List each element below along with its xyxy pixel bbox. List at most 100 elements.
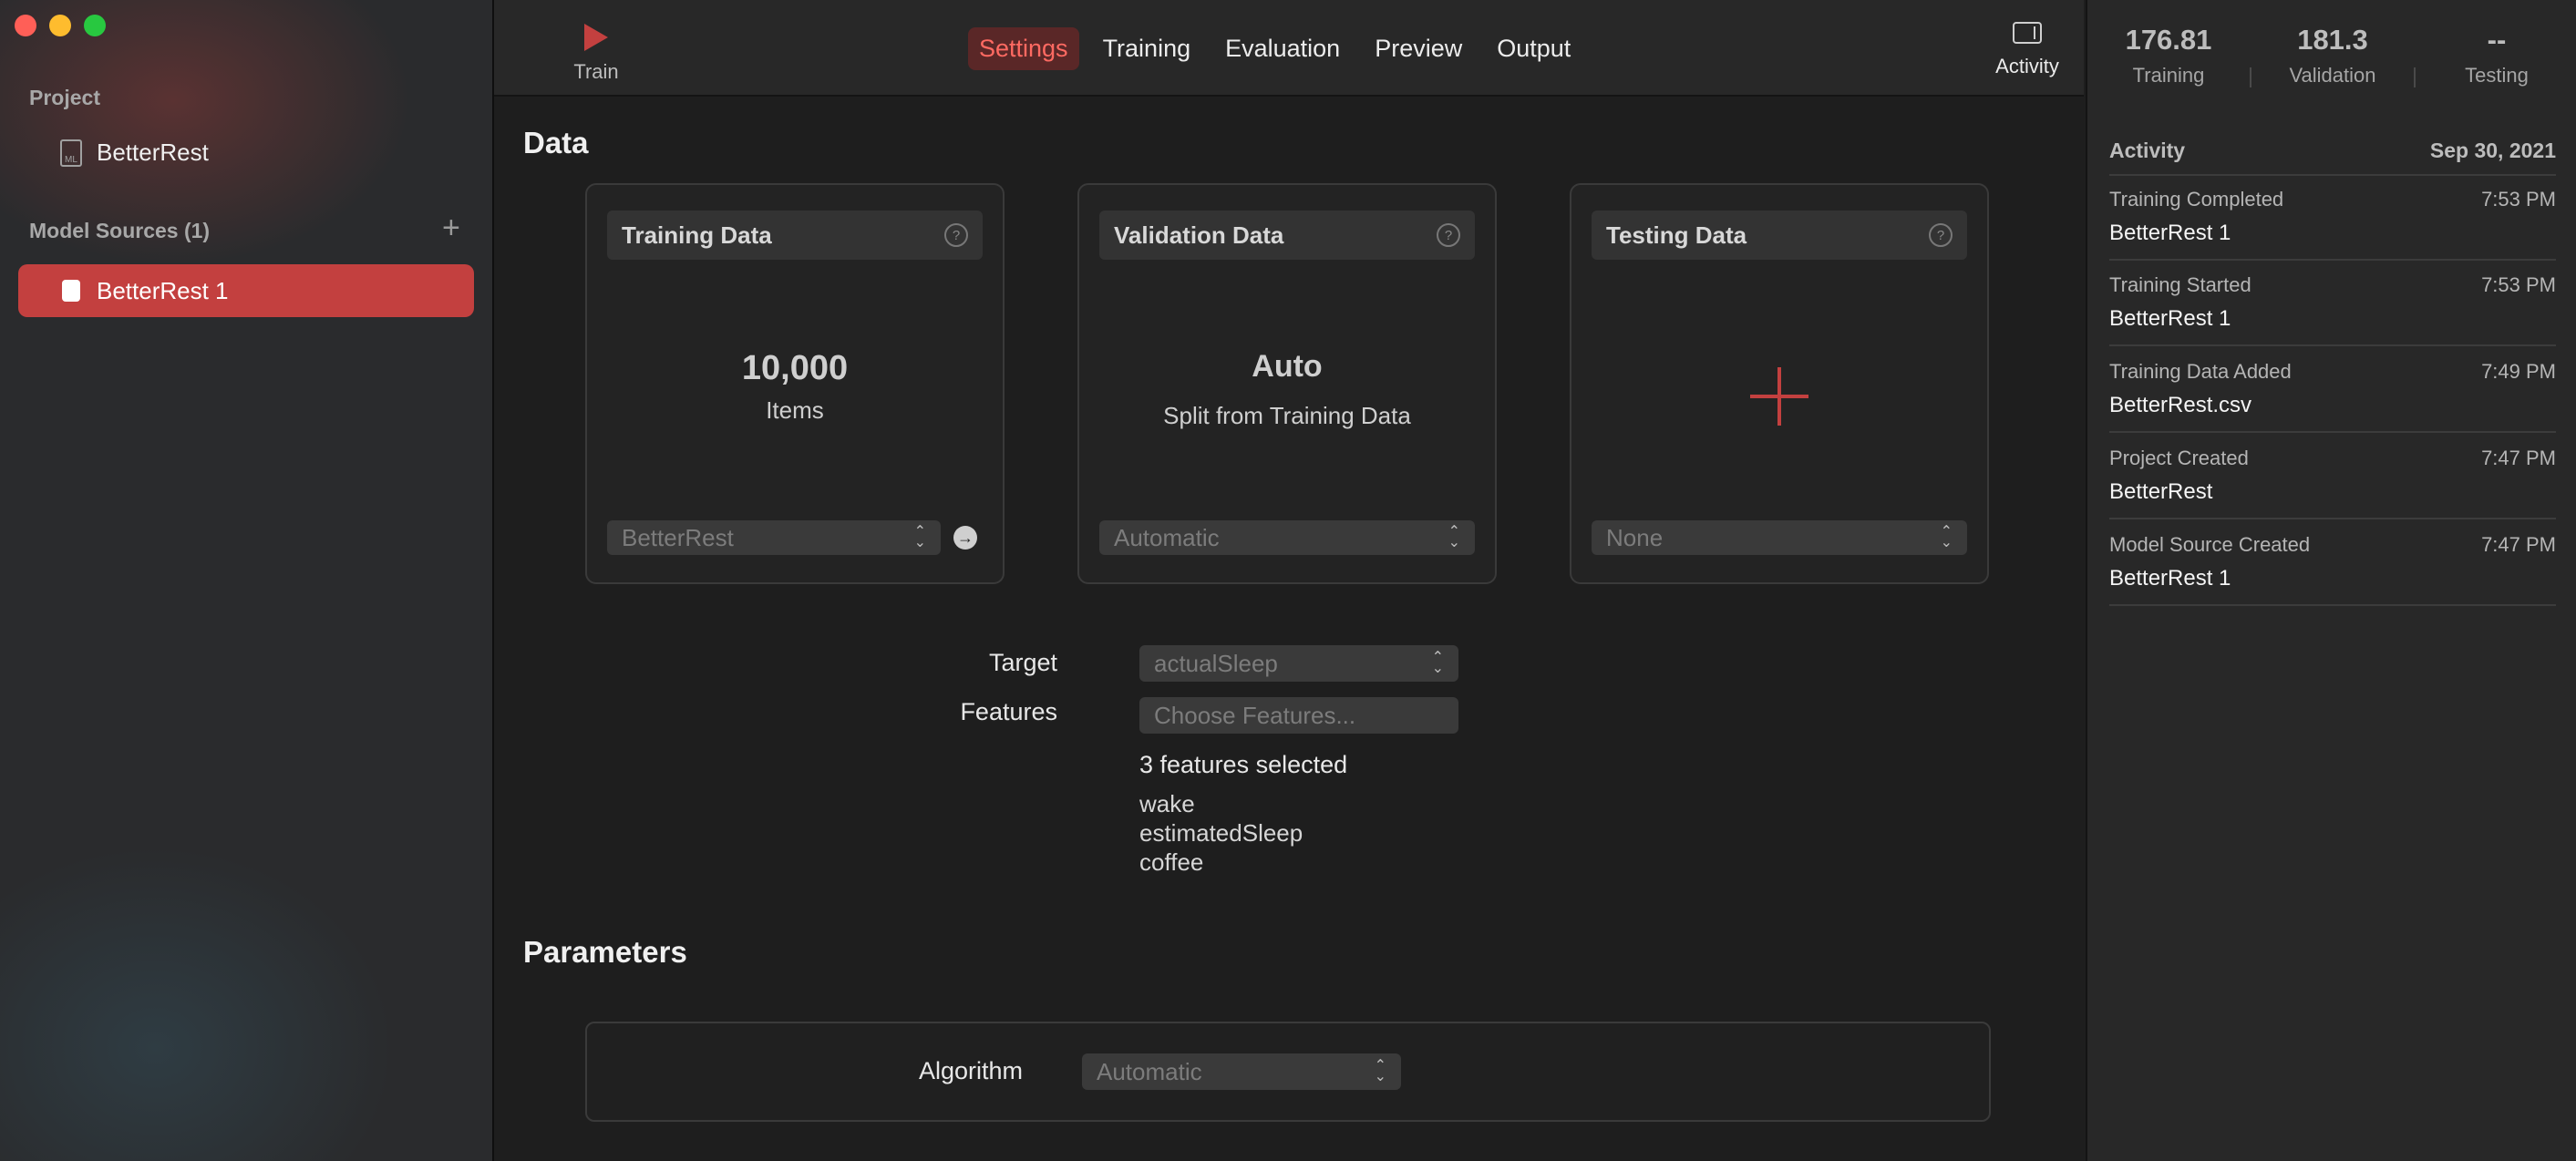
play-icon <box>584 24 608 51</box>
help-icon[interactable]: ? <box>944 223 968 247</box>
training-item-count: 10,000 <box>741 349 849 387</box>
feature-item: estimatedSleep <box>1139 819 1303 847</box>
features-selected-count: 3 features selected <box>1139 751 1348 778</box>
training-item-label: Items <box>766 396 824 424</box>
main-content: Data Training Data ? 10,000 Items Better… <box>494 97 2084 1161</box>
metrics-summary: 176.81 Training 181.3 Validation -- Test… <box>2087 24 2576 87</box>
ml-document-icon: ML <box>60 139 82 167</box>
close-window-button[interactable] <box>15 15 36 36</box>
tab-settings[interactable]: Settings <box>968 27 1079 70</box>
activity-row[interactable]: Training Completed 7:53 PM BetterRest 1 <box>2109 188 2556 261</box>
activity-time: 7:47 PM <box>2481 533 2556 556</box>
testing-metric-label: Testing <box>2465 64 2529 87</box>
algorithm-popup[interactable]: Automatic ⌃ ⌄ <box>1082 1053 1401 1090</box>
activity-date: Sep 30, 2021 <box>2429 139 2556 162</box>
tab-evaluation[interactable]: Evaluation <box>1214 27 1351 70</box>
chevron-up-down-icon: ⌃ ⌄ <box>1431 650 1444 676</box>
features-label: Features <box>960 698 1057 725</box>
validation-data-title: Validation Data <box>1114 221 1284 249</box>
feature-item: wake <box>1139 790 1195 817</box>
testing-data-header: Testing Data ? <box>1592 211 1967 260</box>
chevron-up-down-icon: ⌃ ⌄ <box>1448 524 1460 550</box>
activity-event: Model Source Created <box>2109 533 2311 556</box>
testing-option-value: None <box>1606 523 1664 551</box>
sidebar-panel-icon <box>2013 22 2042 44</box>
activity-event: Training Completed <box>2109 188 2284 211</box>
tab-training[interactable]: Training <box>1092 27 1202 70</box>
validation-mode: Auto <box>1252 349 1323 384</box>
minimize-window-button[interactable] <box>49 15 71 36</box>
testing-metric-value: -- <box>2487 24 2507 56</box>
activity-subject: BetterRest 1 <box>2109 221 2231 245</box>
activity-event: Project Created <box>2109 447 2249 469</box>
training-source-popup[interactable]: BetterRest ⌃ ⌄ <box>607 520 941 555</box>
training-source-value: BetterRest <box>622 523 734 551</box>
activity-label: Activity <box>1995 55 2059 77</box>
validation-data-card: Validation Data ? Auto Split from Traini… <box>1077 183 1497 584</box>
features-field[interactable]: Choose Features... <box>1139 697 1458 734</box>
train-label: Train <box>573 60 619 83</box>
activity-time: 7:49 PM <box>2481 360 2556 383</box>
toolbar: Train Settings Training Evaluation Previ… <box>494 0 2084 97</box>
activity-header: Activity Sep 30, 2021 <box>2109 139 2556 176</box>
features-placeholder: Choose Features... <box>1154 701 1356 729</box>
activity-subject: BetterRest 1 <box>2109 306 2231 331</box>
project-name: BetterRest <box>97 139 209 166</box>
zoom-window-button[interactable] <box>84 15 106 36</box>
chevron-up-down-icon: ⌃ ⌄ <box>913 524 926 550</box>
add-model-source-button[interactable]: + <box>442 212 460 243</box>
validation-option-popup[interactable]: Automatic ⌃ ⌄ <box>1099 520 1475 555</box>
training-metric-value: 176.81 <box>2125 24 2212 56</box>
model-source-item[interactable]: BetterRest 1 <box>18 264 474 317</box>
activity-heading: Activity <box>2109 139 2186 162</box>
activity-event: Training Started <box>2109 273 2251 296</box>
activity-toggle-button[interactable]: Activity <box>1973 22 2082 78</box>
model-source-name: BetterRest 1 <box>97 276 229 304</box>
add-testing-data-icon[interactable] <box>1750 367 1808 426</box>
training-data-header: Training Data ? <box>607 211 983 260</box>
algorithm-label: Algorithm <box>918 1057 1023 1084</box>
tab-bar: Settings Training Evaluation Preview Out… <box>968 27 1582 70</box>
tab-preview[interactable]: Preview <box>1364 27 1473 70</box>
validation-metric-label: Validation <box>2289 64 2376 87</box>
feature-item: coffee <box>1139 848 1204 876</box>
activity-time: 7:53 PM <box>2481 188 2556 211</box>
testing-data-card: Testing Data ? None ⌃ ⌄ <box>1570 183 1989 584</box>
target-popup[interactable]: actualSleep ⌃ ⌄ <box>1139 645 1458 682</box>
activity-subject: BetterRest <box>2109 479 2213 504</box>
target-label: Target <box>988 649 1057 676</box>
activity-row[interactable]: Model Source Created 7:47 PM BetterRest 1 <box>2109 533 2556 606</box>
activity-time: 7:47 PM <box>2481 447 2556 469</box>
chevron-up-down-icon: ⌃ ⌄ <box>1940 524 1953 550</box>
ml-document-icon-text: ML <box>65 154 77 165</box>
testing-metric: -- Testing <box>2416 24 2576 87</box>
chevron-up-down-icon: ⌃ ⌄ <box>1374 1058 1386 1084</box>
activity-event: Training Data Added <box>2109 360 2292 383</box>
target-value: actualSleep <box>1154 649 1278 677</box>
activity-row[interactable]: Project Created 7:47 PM BetterRest <box>2109 447 2556 519</box>
project-item[interactable]: ML BetterRest <box>60 139 209 167</box>
training-data-title: Training Data <box>622 221 772 249</box>
feature-list: wake estimatedSleep coffee <box>1139 789 1303 877</box>
validation-option-value: Automatic <box>1114 523 1220 551</box>
parameters-heading: Parameters <box>523 935 687 969</box>
help-icon[interactable]: ? <box>1929 223 1953 247</box>
activity-row[interactable]: Training Started 7:53 PM BetterRest 1 <box>2109 273 2556 346</box>
train-button[interactable]: Train <box>551 18 642 84</box>
sidebar: Project ML BetterRest Model Sources (1) … <box>0 0 494 1161</box>
reveal-arrow-icon[interactable]: → <box>953 526 977 550</box>
help-icon[interactable]: ? <box>1437 223 1460 247</box>
activity-row[interactable]: Training Data Added 7:49 PM BetterRest.cs… <box>2109 360 2556 433</box>
training-metric-label: Training <box>2132 64 2205 87</box>
testing-data-title: Testing Data <box>1606 221 1747 249</box>
activity-subject: BetterRest.csv <box>2109 393 2252 417</box>
validation-description: Split from Training Data <box>1163 402 1411 429</box>
tab-output[interactable]: Output <box>1486 27 1582 70</box>
testing-option-popup[interactable]: None ⌃ ⌄ <box>1592 520 1967 555</box>
validation-metric-value: 181.3 <box>2297 24 2368 56</box>
activity-panel: 176.81 Training 181.3 Validation -- Test… <box>2086 0 2576 1161</box>
window-controls <box>15 15 106 36</box>
training-data-card: Training Data ? 10,000 Items BetterRest … <box>585 183 1005 584</box>
validation-data-header: Validation Data ? <box>1099 211 1475 260</box>
validation-metric: 181.3 Validation <box>2251 24 2414 87</box>
